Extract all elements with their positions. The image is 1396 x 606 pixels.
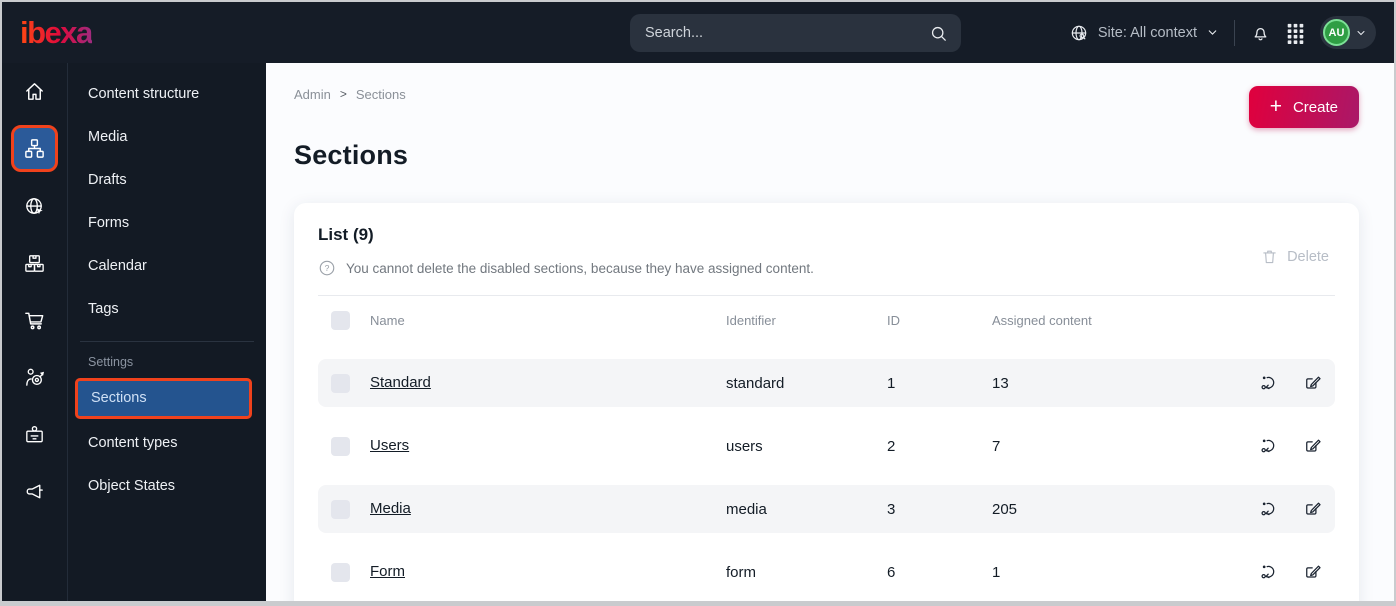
plus-icon: + (1269, 94, 1282, 118)
assign-content-icon[interactable] (1247, 436, 1291, 456)
cell-id: 6 (887, 563, 896, 581)
breadcrumb-admin[interactable]: Admin (294, 87, 331, 102)
site-context-label: Site: All context (1097, 24, 1197, 41)
row-checkbox[interactable] (331, 436, 350, 456)
sidebar-item-drafts[interactable]: Drafts (68, 159, 266, 202)
table-row: Form form 6 1 (318, 548, 1335, 596)
app-grid-icon[interactable] (1286, 22, 1305, 44)
edit-icon[interactable] (1291, 562, 1335, 582)
section-name-link[interactable]: Standard (370, 374, 431, 391)
chevron-down-icon (1355, 27, 1367, 39)
avatar: AU (1323, 19, 1350, 46)
section-name-link[interactable]: Media (370, 500, 411, 517)
svg-text:?: ? (325, 263, 330, 273)
content-tree-icon[interactable] (11, 125, 58, 172)
app-window: ibexa Site: All context (0, 0, 1396, 606)
sections-list-card: List (9) ? You cannot delete the disable… (294, 203, 1359, 601)
edit-icon[interactable] (1291, 373, 1335, 393)
edit-icon[interactable] (1291, 436, 1335, 456)
chevron-down-icon (1206, 26, 1219, 39)
megaphone-icon[interactable] (23, 479, 47, 503)
home-icon[interactable] (23, 79, 47, 103)
main-content: Admin > Sections + Create Sections List … (266, 63, 1394, 601)
assign-content-icon[interactable] (1247, 562, 1291, 582)
cell-assigned-content: 205 (992, 500, 1018, 518)
site-context-dropdown[interactable]: Site: All context (1069, 23, 1219, 43)
sidebar-item-object-states[interactable]: Object States (68, 465, 266, 508)
row-checkbox[interactable] (331, 562, 350, 582)
cart-icon[interactable] (23, 308, 47, 332)
column-header-id: ID (887, 312, 900, 328)
notifications-bell-icon[interactable] (1250, 22, 1271, 43)
sidebar-item-sections[interactable]: Sections (75, 378, 252, 419)
secondary-sidebar: Content structure Media Drafts Forms Cal… (68, 63, 266, 601)
globe-icon (1069, 23, 1089, 43)
sidebar-item-calendar[interactable]: Calendar (68, 245, 266, 288)
cell-assigned-content: 7 (992, 437, 1001, 455)
breadcrumb-sections: Sections (355, 86, 406, 102)
topbar-right-cluster: Site: All context AU (1069, 16, 1394, 49)
ibexa-logo[interactable]: ibexa (20, 15, 93, 51)
list-note-text: You cannot delete the disabled sections,… (346, 260, 814, 276)
trash-icon (1261, 248, 1278, 265)
sidebar-item-content-structure[interactable]: Content structure (68, 73, 266, 116)
column-header-assigned-content: Assigned content (992, 312, 1092, 328)
sidebar-settings-heading: Settings (88, 355, 134, 369)
delete-button-label: Delete (1287, 248, 1329, 265)
cell-assigned-content: 1 (992, 563, 1001, 581)
search-input[interactable] (643, 24, 929, 42)
row-checkbox[interactable] (331, 499, 350, 519)
edit-icon[interactable] (1291, 499, 1335, 519)
row-checkbox[interactable] (331, 373, 350, 393)
icon-rail (2, 63, 68, 601)
search-box[interactable] (630, 14, 961, 52)
delete-button[interactable]: Delete (1255, 247, 1335, 266)
table-header-row: Name Identifier ID Assigned content (318, 296, 1335, 344)
globe-cursor-icon[interactable] (23, 194, 47, 218)
sidebar-item-forms[interactable]: Forms (68, 202, 266, 245)
cell-assigned-content: 13 (992, 374, 1009, 392)
search-icon[interactable] (929, 24, 948, 43)
create-button[interactable]: + Create (1248, 86, 1359, 128)
select-all-checkbox[interactable] (331, 310, 350, 330)
cell-identifier: standard (726, 374, 785, 392)
boxes-icon[interactable] (23, 251, 47, 275)
cell-id: 2 (887, 437, 896, 455)
create-button-label: Create (1292, 98, 1338, 116)
user-menu[interactable]: AU (1320, 16, 1376, 49)
topbar-divider (1234, 19, 1235, 46)
list-note: ? You cannot delete the disabled section… (318, 259, 1335, 277)
help-circle-icon: ? (318, 259, 336, 277)
sidebar-item-media[interactable]: Media (68, 116, 266, 159)
column-header-name: Name (370, 312, 405, 328)
table-row: Standard standard 1 13 (318, 359, 1335, 407)
sidebar-item-tags[interactable]: Tags (68, 288, 266, 331)
assign-content-icon[interactable] (1247, 373, 1291, 393)
table-row: Users users 2 7 (318, 422, 1335, 470)
page-title: Sections (294, 140, 409, 170)
personalization-icon[interactable] (23, 365, 47, 389)
cell-identifier: media (726, 500, 767, 518)
badge-icon[interactable] (23, 422, 47, 446)
assign-content-icon[interactable] (1247, 499, 1291, 519)
top-bar: ibexa Site: All context (2, 2, 1394, 63)
cell-id: 1 (887, 374, 896, 392)
sidebar-item-content-types[interactable]: Content types (68, 422, 266, 465)
section-name-link[interactable]: Users (370, 437, 409, 454)
cell-identifier: form (726, 563, 756, 581)
list-heading: List (9) (318, 225, 374, 244)
breadcrumb: Admin > Sections (294, 86, 1359, 102)
cell-id: 3 (887, 500, 896, 518)
table-row: Media media 3 205 (318, 485, 1335, 533)
cell-identifier: users (726, 437, 763, 455)
column-header-identifier: Identifier (726, 312, 776, 328)
breadcrumb-separator: > (339, 87, 347, 101)
section-name-link[interactable]: Form (370, 563, 405, 580)
